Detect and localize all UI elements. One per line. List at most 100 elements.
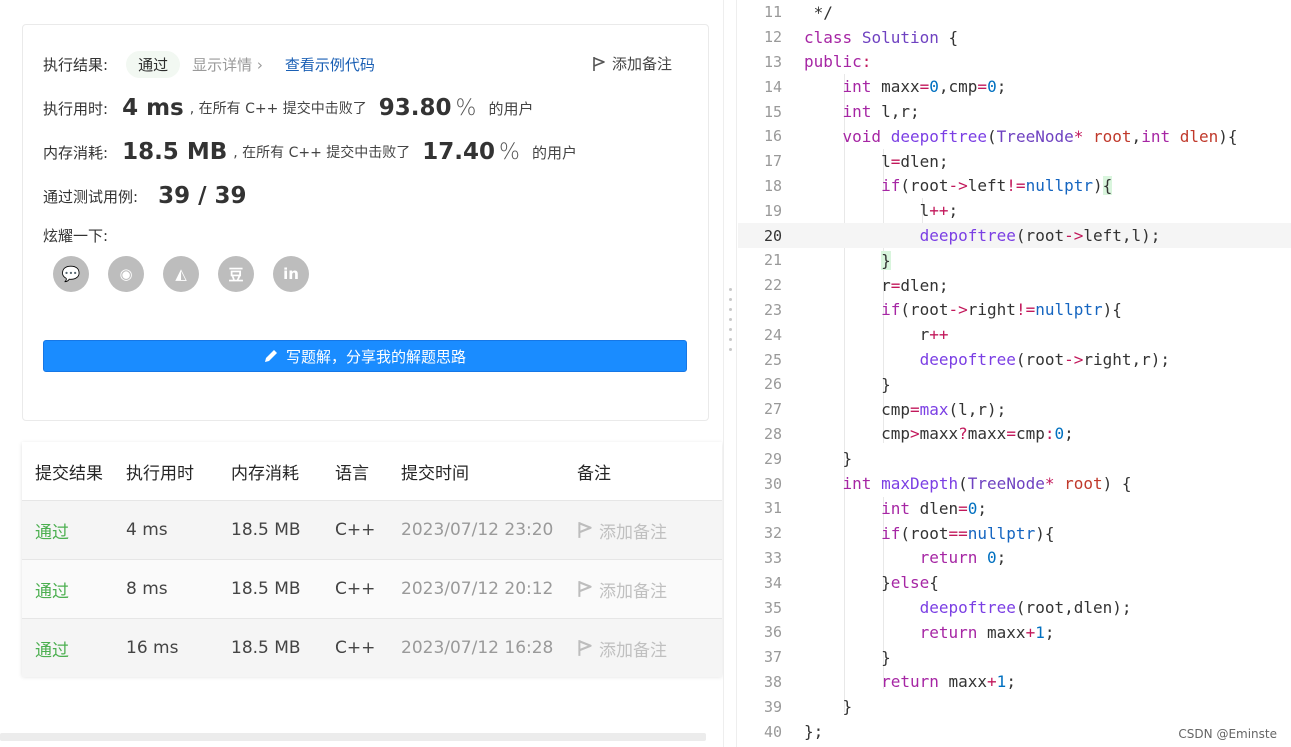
code-line[interactable]: 38 return maxx+1; bbox=[738, 670, 1291, 695]
line-number: 18 bbox=[763, 176, 782, 195]
submitted-at-cell: 2023/07/12 20:12 bbox=[401, 579, 554, 599]
code-line[interactable]: 14 int maxx=0,cmp=0; bbox=[738, 74, 1291, 99]
write-solution-button[interactable]: 写题解，分享我的解题思路 bbox=[43, 340, 687, 372]
code-text: cmp=max(l,r); bbox=[804, 399, 1007, 419]
code-line[interactable]: 32 if(root==nullptr){ bbox=[738, 521, 1291, 546]
code-line[interactable]: 15 int l,r; bbox=[738, 99, 1291, 124]
line-number: 20 bbox=[763, 226, 782, 245]
douban-icon[interactable]: 豆 bbox=[218, 256, 254, 292]
add-note-cell[interactable]: 添加备注 bbox=[577, 577, 722, 602]
table-row[interactable]: 通过 4 ms 18.5 MB C++ 2023/07/12 23:20 添加备… bbox=[22, 500, 722, 559]
flag-icon bbox=[578, 522, 592, 538]
write-solution-label: 写题解，分享我的解题思路 bbox=[285, 347, 466, 366]
code-line[interactable]: 37 } bbox=[738, 645, 1291, 670]
code-line[interactable]: 12 class Solution { bbox=[738, 25, 1291, 50]
code-line[interactable]: 29 } bbox=[738, 446, 1291, 471]
runtime-unit: ms bbox=[146, 95, 184, 121]
code-line[interactable]: 30 int maxDepth(TreeNode* root) { bbox=[738, 471, 1291, 496]
code-line[interactable]: 27 cmp=max(l,r); bbox=[738, 397, 1291, 422]
line-number: 24 bbox=[763, 325, 782, 344]
header-result: 提交结果 bbox=[35, 463, 103, 484]
memory-beats-text: , 在所有 C++ 提交中击败了 bbox=[233, 145, 411, 161]
code-text: r++ bbox=[804, 325, 949, 345]
line-number: 14 bbox=[763, 77, 782, 96]
qq-icon[interactable]: ◭ bbox=[163, 256, 199, 292]
line-number: 22 bbox=[763, 276, 782, 295]
line-number: 39 bbox=[763, 697, 782, 716]
line-number: 23 bbox=[763, 300, 782, 319]
runtime-cell: 8 ms bbox=[126, 579, 168, 599]
add-note-label: 添加备注 bbox=[611, 55, 672, 73]
submission-panel: 执行结果: 通过 显示详情 › 查看示例代码 添加备注 执行用时: 4 ms ,… bbox=[0, 0, 723, 747]
submitted-at-cell: 2023/07/12 23:20 bbox=[401, 520, 554, 540]
add-note-label: 添加备注 bbox=[599, 522, 667, 543]
wechat-icon[interactable]: 💬 bbox=[53, 256, 89, 292]
memory-users-text: 的用户 bbox=[531, 143, 577, 162]
tests-row: 通过测试用例: 39 / 39 bbox=[43, 183, 247, 209]
add-note-cell[interactable]: 添加备注 bbox=[577, 636, 722, 661]
result-link[interactable]: 通过 bbox=[22, 518, 126, 543]
line-number: 29 bbox=[763, 449, 782, 468]
code-line[interactable]: 13 public: bbox=[738, 50, 1291, 75]
language-cell: C++ bbox=[335, 520, 376, 540]
code-line[interactable]: 36 return maxx+1; bbox=[738, 620, 1291, 645]
code-text: if(root->right!=nullptr){ bbox=[881, 300, 1122, 320]
runtime-value: 4 bbox=[122, 95, 139, 121]
memory-cell: 18.5 MB bbox=[231, 520, 301, 540]
weibo-icon[interactable]: ◉ bbox=[108, 256, 144, 292]
result-link[interactable]: 通过 bbox=[22, 577, 126, 602]
view-sample-code-link[interactable]: 查看示例代码 bbox=[285, 54, 375, 75]
code-line[interactable]: 31 int dlen=0; bbox=[738, 496, 1291, 521]
code-line[interactable]: 20 deepoftree(root->left,l); bbox=[738, 223, 1291, 248]
code-line[interactable]: 39 } bbox=[738, 694, 1291, 719]
share-label: 炫耀一下: bbox=[43, 227, 109, 245]
code-line[interactable]: 34 }else{ bbox=[738, 570, 1291, 595]
table-row[interactable]: 通过 16 ms 18.5 MB C++ 2023/07/12 16:28 添加… bbox=[22, 618, 722, 677]
status-badge: 通过 bbox=[126, 51, 181, 78]
code-text: deepoftree(root->left,l); bbox=[919, 226, 1161, 246]
code-line[interactable]: 26 } bbox=[738, 372, 1291, 397]
runtime-label: 执行用时: bbox=[43, 99, 109, 118]
runtime-cell: 16 ms bbox=[126, 638, 179, 658]
memory-row: 内存消耗: 18.5 MB , 在所有 C++ 提交中击败了 17.40 % 的… bbox=[43, 139, 577, 165]
code-line[interactable]: 28 cmp>maxx?maxx=cmp:0; bbox=[738, 422, 1291, 447]
submissions-table: 提交结果 执行用时 内存消耗 语言 提交时间 备注 通过 4 ms 18.5 M… bbox=[22, 442, 722, 677]
panel-resize-handle[interactable] bbox=[723, 0, 737, 747]
table-row[interactable]: 通过 8 ms 18.5 MB C++ 2023/07/12 20:12 添加备… bbox=[22, 559, 722, 618]
linkedin-icon[interactable]: in bbox=[273, 256, 309, 292]
memory-percent-sign: % bbox=[499, 139, 520, 165]
line-number: 36 bbox=[763, 623, 782, 642]
code-line[interactable]: 25 deepoftree(root->right,r); bbox=[738, 347, 1291, 372]
add-note-button[interactable]: 添加备注 bbox=[592, 53, 672, 74]
code-line[interactable]: 22 r=dlen; bbox=[738, 273, 1291, 298]
flag-icon bbox=[593, 56, 605, 71]
code-line[interactable]: 16 void deepoftree(TreeNode* root,int dl… bbox=[738, 124, 1291, 149]
code-line[interactable]: 24 r++ bbox=[738, 322, 1291, 347]
code-line[interactable]: 21 } bbox=[738, 248, 1291, 273]
status-row: 执行结果: 通过 显示详情 › 查看示例代码 bbox=[43, 51, 375, 78]
memory-percentile: 17.40 bbox=[422, 139, 496, 165]
header-runtime: 执行用时 bbox=[126, 463, 194, 484]
runtime-row: 执行用时: 4 ms , 在所有 C++ 提交中击败了 93.80 % 的用户 bbox=[43, 95, 533, 121]
code-line[interactable]: 11 */ bbox=[738, 0, 1291, 25]
line-number: 11 bbox=[763, 3, 782, 22]
horizontal-scrollbar[interactable] bbox=[0, 733, 706, 741]
code-line[interactable]: 18 if(root->left!=nullptr){ bbox=[738, 174, 1291, 199]
code-line[interactable]: 19 l++; bbox=[738, 198, 1291, 223]
code-line[interactable]: 33 return 0; bbox=[738, 546, 1291, 571]
code-line[interactable]: 17 l=dlen; bbox=[738, 149, 1291, 174]
line-number: 37 bbox=[763, 648, 782, 667]
watermark: CSDN @Eminste bbox=[1178, 727, 1277, 741]
code-line[interactable]: 35 deepoftree(root,dlen); bbox=[738, 595, 1291, 620]
status-label: 执行结果: bbox=[43, 56, 109, 74]
show-details-link[interactable]: 显示详情 › bbox=[192, 54, 263, 75]
share-row: 炫耀一下: bbox=[43, 225, 108, 246]
chevron-right-icon: › bbox=[256, 56, 263, 74]
code-line[interactable]: 23 if(root->right!=nullptr){ bbox=[738, 298, 1291, 323]
code-editor[interactable]: 11 */12 class Solution {13 public: 14 int m… bbox=[738, 0, 1291, 747]
add-note-cell[interactable]: 添加备注 bbox=[577, 518, 722, 543]
result-link[interactable]: 通过 bbox=[22, 636, 126, 661]
runtime-percentile: 93.80 bbox=[378, 95, 452, 121]
show-details-label: 显示详情 bbox=[192, 56, 253, 74]
header-memory: 内存消耗 bbox=[231, 463, 299, 484]
